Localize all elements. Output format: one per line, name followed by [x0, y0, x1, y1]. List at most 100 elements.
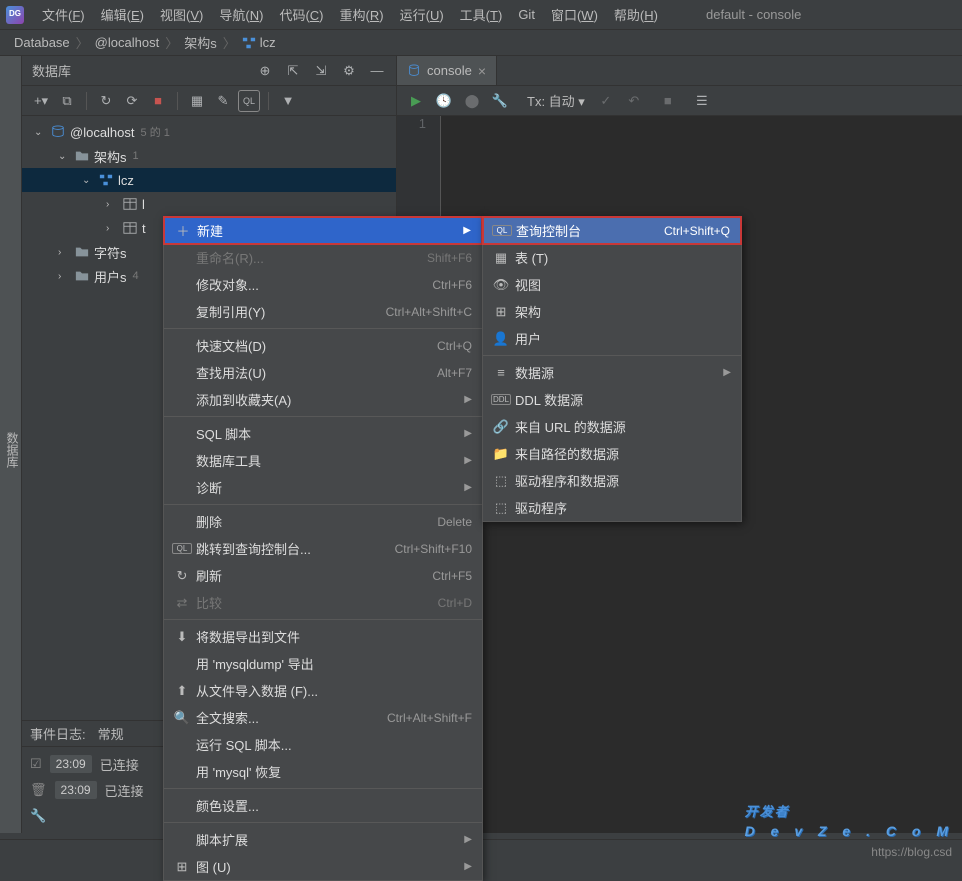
menu-item-10[interactable]: 数据库工具▶ [164, 447, 482, 474]
menu-divider [164, 328, 482, 329]
crumb-lcz[interactable]: lcz [260, 35, 276, 50]
menu-tools[interactable]: 工具(T) [452, 1, 511, 28]
menu-item-19[interactable]: 用 'mysqldump' 导出 [164, 650, 482, 677]
chevron-right-icon: ▶ [464, 834, 472, 845]
folder-icon: 📁 [491, 446, 511, 462]
menu-item-1[interactable]: ▦表 (T) [483, 244, 741, 271]
menu-item-22[interactable]: 运行 SQL 脚本... [164, 731, 482, 758]
stop-button[interactable]: ■ [147, 90, 169, 112]
chevron-right-icon[interactable]: › [106, 199, 118, 210]
code-input[interactable] [441, 116, 962, 138]
history-button[interactable]: 🕓 [433, 90, 455, 112]
wrench-icon[interactable]: 🔧 [30, 808, 46, 824]
menu-item-8[interactable]: 🔗来自 URL 的数据源 [483, 413, 741, 440]
menu-item-21[interactable]: 🔍全文搜索...Ctrl+Alt+Shift+F [164, 704, 482, 731]
menu-item-13[interactable]: 删除Delete [164, 508, 482, 535]
tree-schemas[interactable]: ⌄ 架构s 1 [22, 144, 396, 168]
chevron-right-icon[interactable]: › [106, 223, 118, 234]
menu-git[interactable]: Git [510, 3, 543, 26]
menu-item-3[interactable]: ⊞架构 [483, 298, 741, 325]
import-icon: ⬆ [172, 683, 192, 699]
tree-label: lcz [118, 173, 134, 188]
crumb-schemas[interactable]: 架构s [184, 33, 217, 52]
menu-item-9[interactable]: 📁来自路径的数据源 [483, 440, 741, 467]
chevron-right-icon[interactable]: › [58, 247, 70, 258]
copy-button[interactable]: ⧉ [56, 90, 78, 112]
edit-button[interactable]: ✎ [212, 90, 234, 112]
menu-item-4[interactable]: 👤用户 [483, 325, 741, 352]
menu-item-9[interactable]: SQL 脚本▶ [164, 420, 482, 447]
menu-refactor[interactable]: 重构(R) [332, 1, 392, 28]
menu-shortcut: Ctrl+Q [437, 339, 472, 353]
undo-button[interactable]: ↶ [623, 90, 645, 112]
menu-item-0[interactable]: QL查询控制台Ctrl+Shift+Q [483, 217, 741, 244]
menu-item-28[interactable]: ⊞图 (U)▶ [164, 853, 482, 880]
menu-run[interactable]: 运行(U) [392, 1, 452, 28]
menu-file[interactable]: 文件(F) [34, 1, 93, 28]
event-log-tab-general[interactable]: 常规 [98, 724, 124, 743]
collapse-icon[interactable]: ⇲ [312, 62, 330, 80]
crumb-database[interactable]: Database [14, 35, 70, 50]
editor-line[interactable]: 1 [397, 116, 962, 138]
menu-label: 图 (U) [196, 857, 458, 876]
menu-item-10[interactable]: ⬚驱动程序和数据源 [483, 467, 741, 494]
menu-navigate[interactable]: 导航(N) [211, 1, 271, 28]
menu-item-3[interactable]: 复制引用(Y)Ctrl+Alt+Shift+C [164, 298, 482, 325]
menu-help[interactable]: 帮助(H) [606, 1, 666, 28]
schema-icon [98, 173, 114, 187]
datasource-icon: ≡ [491, 365, 511, 380]
reconnect-button[interactable]: ⟳ [121, 90, 143, 112]
tree-table-row[interactable]: › l [22, 192, 396, 216]
chevron-down-icon[interactable]: ⌄ [58, 151, 70, 162]
menu-item-2[interactable]: 修改对象...Ctrl+F6 [164, 271, 482, 298]
tx-mode[interactable]: Tx: 自动 ▾ [527, 91, 585, 110]
menu-label: 表 (T) [515, 248, 731, 267]
menu-item-5[interactable]: 快速文档(D)Ctrl+Q [164, 332, 482, 359]
chevron-down-icon[interactable]: ⌄ [82, 175, 94, 186]
commit-button[interactable]: ✓ [595, 90, 617, 112]
menu-item-27[interactable]: 脚本扩展▶ [164, 826, 482, 853]
tree-root[interactable]: ⌄ @localhost 5 的 1 [22, 120, 396, 144]
menu-item-6[interactable]: 查找用法(U)Alt+F7 [164, 359, 482, 386]
sidebar-tab-database[interactable]: 数据库 [0, 56, 22, 833]
run-button[interactable]: ▶ [405, 90, 427, 112]
close-icon[interactable]: × [478, 63, 486, 79]
chevron-down-icon[interactable]: ⌄ [34, 127, 46, 138]
table-icon [122, 221, 138, 235]
add-button[interactable]: +▾ [30, 90, 52, 112]
menu-item-18[interactable]: ⬇将数据导出到文件 [164, 623, 482, 650]
ql-button[interactable]: QL [238, 90, 260, 112]
minimize-icon[interactable]: — [368, 62, 386, 80]
grid-button[interactable]: ▦ [186, 90, 208, 112]
menu-item-7[interactable]: 添加到收藏夹(A)▶ [164, 386, 482, 413]
menu-window[interactable]: 窗口(W) [543, 1, 606, 28]
menu-view[interactable]: 视图(V) [152, 1, 211, 28]
menu-item-20[interactable]: ⬆从文件导入数据 (F)... [164, 677, 482, 704]
menu-item-6[interactable]: ≡数据源▶ [483, 359, 741, 386]
menu-code[interactable]: 代码(C) [271, 1, 331, 28]
menu-item-2[interactable]: 👁视图 [483, 271, 741, 298]
target-icon[interactable]: ⊕ [256, 62, 274, 80]
menu-item-7[interactable]: DDLDDL 数据源 [483, 386, 741, 413]
trash-icon[interactable]: 🗑 [30, 782, 47, 798]
wrench-button[interactable]: 🔧 [489, 90, 511, 112]
menu-item-25[interactable]: 颜色设置... [164, 792, 482, 819]
menu-item-0[interactable]: ＋新建▶ [164, 217, 482, 244]
tree-lcz[interactable]: ⌄ lcz [22, 168, 396, 192]
rollback-button[interactable]: ⬤ [461, 90, 483, 112]
crumb-host[interactable]: @localhost [95, 35, 160, 50]
sync-button[interactable]: ↻ [95, 90, 117, 112]
menu-edit[interactable]: 编辑(E) [93, 1, 152, 28]
chevron-right-icon[interactable]: › [58, 271, 70, 282]
outline-button[interactable]: ☰ [691, 90, 713, 112]
stop-button[interactable]: ■ [657, 90, 679, 112]
menu-item-14[interactable]: QL跳转到查询控制台...Ctrl+Shift+F10 [164, 535, 482, 562]
menu-item-11[interactable]: ⬚驱动程序 [483, 494, 741, 521]
menu-item-23[interactable]: 用 'mysql' 恢复 [164, 758, 482, 785]
menu-item-11[interactable]: 诊断▶ [164, 474, 482, 501]
filter-button[interactable]: ▼ [277, 90, 299, 112]
menu-item-15[interactable]: ↻刷新Ctrl+F5 [164, 562, 482, 589]
editor-tab-console[interactable]: console × [397, 56, 497, 85]
gear-icon[interactable]: ⚙ [340, 62, 358, 80]
expand-icon[interactable]: ⇱ [284, 62, 302, 80]
